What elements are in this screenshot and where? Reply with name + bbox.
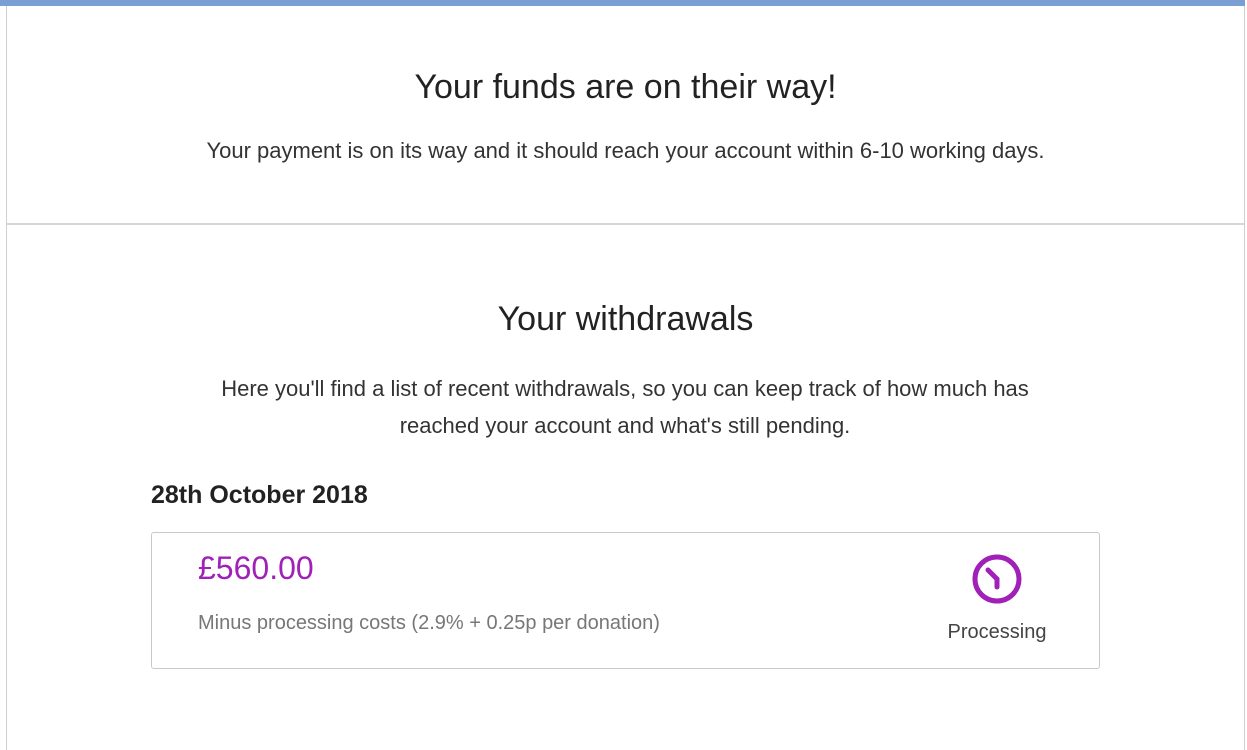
processing-costs-note: Minus processing costs (2.9% + 0.25p per… bbox=[198, 612, 660, 634]
status-label: Processing bbox=[947, 621, 1047, 643]
banner-subtitle: Your payment is on its way and it should… bbox=[206, 138, 1045, 163]
withdrawals-title: Your withdrawals bbox=[497, 300, 754, 338]
withdrawal-card[interactable]: £560.00 Minus processing costs (2.9% + 0… bbox=[151, 532, 1100, 669]
withdrawals-description: Here you'll find a list of recent withdr… bbox=[221, 376, 1029, 438]
withdrawal-date-heading: 28th October 2018 bbox=[151, 481, 368, 509]
section-divider bbox=[7, 223, 1244, 225]
withdrawals-page: Your funds are on their way! Your paymen… bbox=[0, 0, 1247, 750]
success-banner: Your funds are on their way! Your paymen… bbox=[7, 6, 1244, 223]
clock-icon bbox=[972, 554, 1022, 604]
banner-title: Your funds are on their way! bbox=[414, 68, 837, 106]
withdrawal-amount: £560.00 bbox=[198, 550, 314, 586]
